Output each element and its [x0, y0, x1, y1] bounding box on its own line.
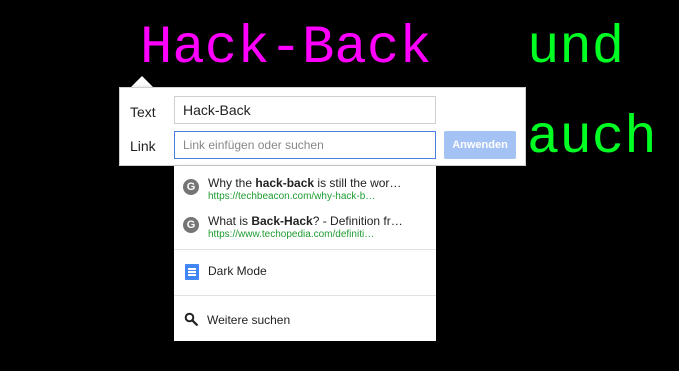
suggestion-doc-item[interactable]: Dark Mode — [174, 254, 436, 288]
document-word-hack-back: Hack-Back — [140, 18, 432, 79]
text-label: Text — [130, 104, 156, 120]
suggestion-title: Why the hack-back is still the wor… — [208, 176, 402, 190]
divider — [174, 295, 436, 296]
link-field[interactable] — [174, 131, 436, 159]
google-docs-icon — [185, 264, 199, 280]
more-search-label: Weitere suchen — [207, 313, 291, 327]
apply-button[interactable]: Anwenden — [444, 131, 516, 159]
dialog-pointer — [131, 76, 153, 87]
search-icon — [184, 312, 198, 326]
doc-item-label: Dark Mode — [208, 264, 267, 278]
link-label: Link — [130, 138, 156, 154]
more-search-item[interactable]: Weitere suchen — [174, 301, 436, 337]
google-icon: G — [183, 179, 199, 195]
suggestion-url: https://techbeacon.com/why-hack-b… — [208, 191, 376, 202]
link-suggestions-dropdown: G Why the hack-back is still the wor… ht… — [174, 166, 436, 341]
document-word-und: und — [527, 18, 625, 79]
document-word-auch: auch — [527, 108, 657, 169]
suggestion-item[interactable]: G Why the hack-back is still the wor… ht… — [174, 170, 436, 210]
divider — [174, 249, 436, 250]
suggestion-url: https://www.techopedia.com/definiti… — [208, 229, 375, 240]
google-icon: G — [183, 217, 199, 233]
link-dialog: Text Link Anwenden — [119, 87, 526, 166]
text-field[interactable] — [174, 96, 436, 124]
suggestion-item[interactable]: G What is Back-Hack? - Definition fr… ht… — [174, 208, 436, 248]
suggestion-title: What is Back-Hack? - Definition fr… — [208, 214, 403, 228]
